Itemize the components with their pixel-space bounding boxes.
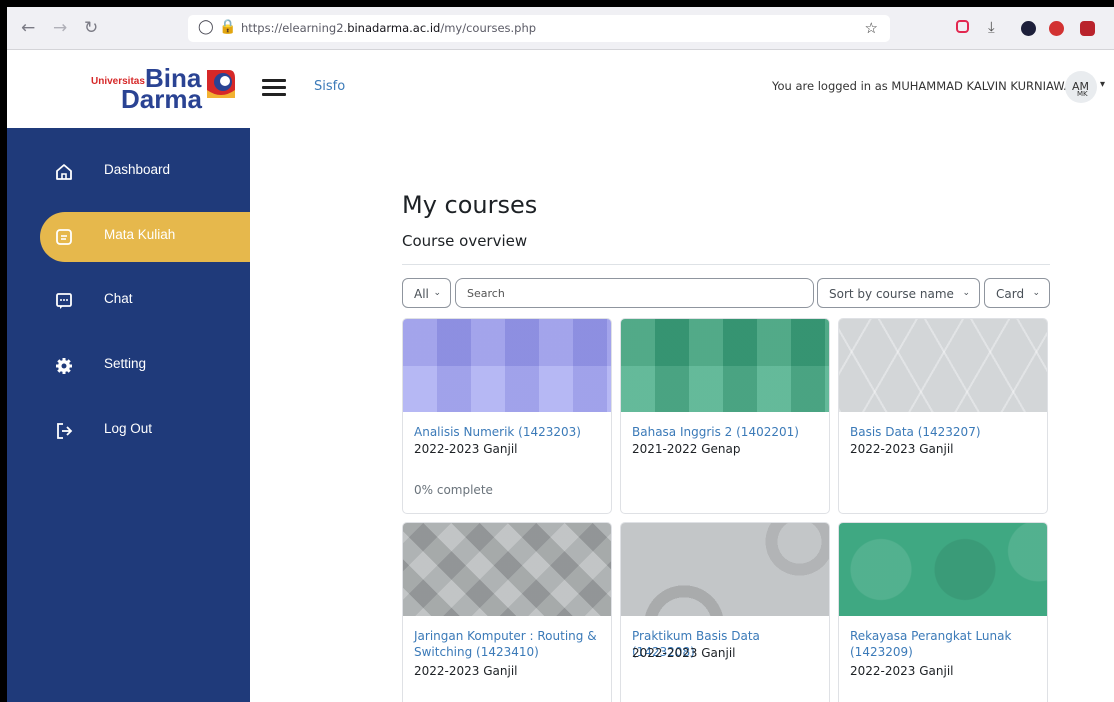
course-image [403, 523, 611, 616]
chat-icon [56, 293, 72, 309]
course-name[interactable]: Jaringan Komputer : Routing & Switching … [414, 628, 604, 660]
download-icon[interactable]: ⤓ [988, 18, 995, 36]
forward-icon[interactable]: → [53, 18, 67, 38]
course-term: 2022-2023 Ganjil [632, 646, 736, 660]
bookmark-star-icon[interactable]: ☆ [865, 19, 878, 37]
sidebar: Dashboard Mata Kuliah Chat Setting Log O… [7, 128, 250, 702]
sidebar-item-log-out[interactable]: Log Out [7, 406, 250, 456]
course-image [621, 523, 829, 616]
course-name[interactable]: Rekayasa Perangkat Lunak (1423209) [850, 628, 1040, 660]
course-card[interactable]: Rekayasa Perangkat Lunak (1423209) 2022-… [838, 522, 1048, 702]
course-term: 2022-2023 Ganjil [850, 442, 954, 456]
lock-icon[interactable]: 🔒 [219, 19, 236, 35]
course-card[interactable]: Jaringan Komputer : Routing & Switching … [402, 522, 612, 702]
extension-icon[interactable] [1021, 21, 1036, 36]
course-term: 2021-2022 Genap [632, 442, 741, 456]
course-name[interactable]: Bahasa Inggris 2 (1402201) [632, 424, 822, 440]
course-name[interactable]: Analisis Numerik (1423203) [414, 424, 604, 440]
browser-toolbar: ← → ↻ ◯ 🔒 https://elearning2.binadarma.a… [7, 7, 1114, 50]
course-term: 2022-2023 Ganjil [414, 442, 518, 456]
ublock-icon[interactable] [1080, 21, 1095, 36]
reload-icon[interactable]: ↻ [84, 18, 98, 38]
course-image [403, 319, 611, 412]
home-icon [56, 164, 72, 180]
view-dropdown[interactable]: Card ⌄ [984, 278, 1050, 308]
back-icon[interactable]: ← [21, 18, 35, 38]
course-card[interactable]: Praktikum Basis Data (1423208) 2022-2023… [620, 522, 830, 702]
url-text[interactable]: https://elearning2.binadarma.ac.id/my/co… [241, 21, 536, 35]
chevron-down-icon: ⌄ [962, 288, 970, 298]
shield-icon[interactable]: ◯ [198, 19, 214, 35]
chevron-down-icon: ⌄ [433, 288, 441, 298]
login-status: You are logged in as MUHAMMAD KALVIN KUR… [772, 79, 1081, 93]
course-image [839, 319, 1047, 412]
search-input[interactable]: Search [455, 278, 814, 308]
sidebar-item-chat[interactable]: Chat [7, 276, 250, 326]
logout-icon [57, 423, 73, 439]
gear-icon [56, 358, 72, 374]
course-term: 2022-2023 Ganjil [414, 664, 518, 678]
page: Universitas Bina Darma Sisfo You are log… [7, 50, 1114, 702]
course-progress: 0% complete [414, 483, 493, 497]
course-card[interactable]: Analisis Numerik (1423203) 2022-2023 Gan… [402, 318, 612, 514]
file-icon [56, 229, 72, 245]
sidebar-item-mata-kuliah[interactable]: Mata Kuliah [40, 212, 250, 262]
logo-mark-icon [207, 70, 235, 98]
avatar[interactable]: AM MK [1065, 71, 1097, 103]
page-title: My courses [402, 191, 538, 219]
site-logo[interactable]: Universitas Bina Darma [91, 50, 241, 128]
course-name[interactable]: Basis Data (1423207) [850, 424, 1040, 440]
sidebar-item-dashboard[interactable]: Dashboard [7, 147, 250, 197]
course-term: 2022-2023 Ganjil [850, 664, 954, 678]
section-title: Course overview [402, 232, 528, 250]
sidebar-item-setting[interactable]: Setting [7, 341, 250, 391]
sort-dropdown[interactable]: Sort by course name ⌄ [817, 278, 980, 308]
course-card[interactable]: Basis Data (1423207) 2022-2023 Ganjil [838, 318, 1048, 514]
divider [402, 264, 1050, 265]
course-image [839, 523, 1047, 616]
adblock-icon[interactable] [1049, 21, 1064, 36]
filter-dropdown[interactable]: All ⌄ [402, 278, 451, 308]
course-image [621, 319, 829, 412]
pocket-icon[interactable] [956, 20, 969, 33]
nav-link-sisfo[interactable]: Sisfo [314, 79, 345, 94]
address-bar[interactable]: ◯ 🔒 https://elearning2.binadarma.ac.id/m… [188, 15, 890, 42]
chevron-down-icon: ⌄ [1032, 288, 1040, 298]
course-card[interactable]: Bahasa Inggris 2 (1402201) 2021-2022 Gen… [620, 318, 830, 514]
menu-toggle-button[interactable] [262, 79, 286, 97]
chevron-down-icon[interactable]: ▾ [1100, 79, 1105, 90]
